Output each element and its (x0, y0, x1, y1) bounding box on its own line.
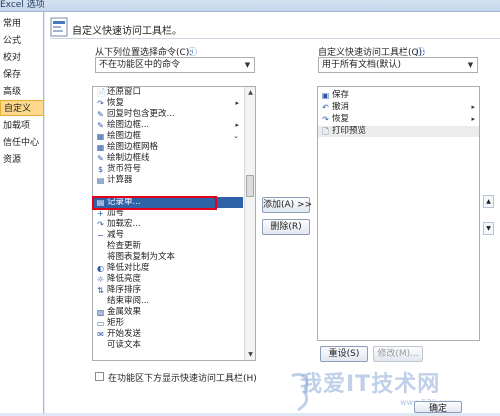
list-item[interactable]: ◐ 降低对比度 (93, 263, 243, 274)
submenu-arrow-icon: ▸ (471, 115, 475, 123)
sidebar-item-resources[interactable]: 资源 (0, 152, 44, 168)
calculator-icon: ▤ (96, 176, 105, 185)
undo-icon: ↶ (322, 103, 329, 112)
window-title: Excel 选项 (0, 0, 45, 10)
minus-icon: − (97, 231, 104, 240)
submenu-arrow-icon: ▸ (235, 121, 239, 129)
list-item[interactable]: ▦ 绘图边框网格 (93, 142, 243, 153)
list-item[interactable]: ☼ 降低亮度 (93, 274, 243, 285)
border-icon: ▦ (96, 132, 105, 141)
list-item[interactable]: 🗋 打印预览 (318, 126, 479, 137)
list-item[interactable]: $ 货币符号 (93, 164, 243, 175)
scroll-down-icon[interactable]: ▼ (245, 349, 255, 360)
save-icon: ▣ (321, 91, 330, 100)
highlight-box (92, 196, 217, 210)
list-item[interactable]: ↷ 恢复 ▸ (93, 98, 243, 109)
sidebar-item-advanced[interactable]: 高级 (0, 84, 44, 100)
list-item[interactable]: ▣ 保存 (318, 90, 479, 101)
list-item[interactable]: − 减号 (93, 230, 243, 241)
draw-border-icon: ✎ (97, 121, 104, 130)
sort-descending-icon: ⇅ (97, 286, 104, 295)
choose-commands-dropdown[interactable]: 不在功能区中的命令 ▼ (95, 57, 255, 73)
restore-window-icon: 📄 (96, 88, 106, 97)
metal-effect-icon: ▧ (96, 308, 105, 317)
list-item[interactable]: 可读文本 (93, 340, 243, 351)
blank-icon (96, 253, 105, 262)
list-item[interactable]: ✎ 绘图边框... ▸ (93, 120, 243, 131)
list-item[interactable]: ⇅ 降序排序 (93, 285, 243, 296)
currency-icon: $ (97, 165, 104, 174)
add-in-icon: ↷ (97, 220, 104, 229)
submenu-arrow-icon: ▸ (235, 99, 239, 107)
page-title: 自定义快速访问工具栏。 (72, 26, 182, 37)
add-button[interactable]: 添加(A) >> (262, 197, 312, 213)
border-grid-icon: ▦ (96, 143, 105, 152)
list-item[interactable]: ✉ 开始发送 (93, 329, 243, 340)
rectangle-icon: ▭ (96, 319, 105, 328)
sidebar-item-trust-center[interactable]: 信任中心 (0, 135, 44, 151)
toolbar-icon (50, 17, 68, 37)
sidebar-item-common[interactable]: 常用 (0, 16, 44, 32)
list-item[interactable]: ↶ 撤消 ▸ (318, 102, 479, 113)
draw-line-icon: ✎ (97, 154, 104, 163)
show-below-ribbon-label: 在功能区下方显示快速访问工具栏(H) (108, 374, 257, 384)
list-item[interactable]: ✎ 回复时包含更改... (93, 109, 243, 120)
commands-scrollbar[interactable]: ▲ ▼ (244, 87, 255, 360)
list-item[interactable]: ↷ 恢复 ▸ (318, 114, 479, 125)
choose-commands-value: 不在功能区中的命令 (99, 60, 181, 70)
sidebar-item-customize[interactable]: 自定义 (0, 100, 44, 116)
blank-icon (96, 242, 105, 251)
brightness-icon: ☼ (96, 275, 105, 284)
submenu-arrow-icon: ▸ (471, 103, 475, 111)
scroll-thumb[interactable] (246, 175, 254, 197)
list-item[interactable]: 将图表复制为文本 (93, 252, 243, 263)
watermark-text: 我爱IT技术网 (300, 372, 441, 397)
blank-icon (96, 297, 105, 306)
move-up-icon[interactable]: ▲ (483, 195, 494, 208)
title-bar: Excel 选项 (0, 0, 500, 12)
plus-icon: + (97, 209, 104, 218)
blank-icon (96, 341, 105, 350)
toolbar-scope-dropdown[interactable]: 用于所有文档(默认) ▼ (318, 57, 478, 73)
reset-button[interactable]: 重设(S) (320, 346, 368, 362)
show-below-ribbon-checkbox[interactable] (95, 372, 104, 381)
scroll-up-icon[interactable]: ▲ (245, 87, 255, 98)
redo-icon: ↷ (97, 99, 104, 108)
list-item[interactable]: 📄 还原窗口 (93, 87, 243, 98)
send-mail-icon: ✉ (97, 330, 104, 339)
list-item[interactable]: ✎ 绘制边框线 (93, 153, 243, 164)
sidebar-item-proofing[interactable]: 校对 (0, 50, 44, 66)
options-sidebar: 常用 公式 校对 保存 高级 自定义 加载项 信任中心 资源 (0, 12, 44, 413)
sidebar-item-save[interactable]: 保存 (0, 67, 44, 83)
list-item[interactable]: ▦ 绘图边框 ⌄ (93, 131, 243, 142)
toolbar-scope-value: 用于所有文档(默认) (322, 60, 402, 70)
chevron-down-icon[interactable]: ▼ (241, 58, 254, 72)
dropdown-arrow-icon: ⌄ (233, 132, 239, 140)
print-preview-icon: 🗋 (322, 127, 329, 136)
redo-icon: ↷ (322, 115, 329, 124)
list-item[interactable]: ▤ 计算器 (93, 175, 243, 186)
list-item[interactable]: 结束审阅... (93, 296, 243, 307)
ok-button[interactable]: 确定 (414, 401, 462, 414)
list-item[interactable]: ▭ 矩形 (93, 318, 243, 329)
list-item[interactable]: 检查更新 (93, 241, 243, 252)
remove-button[interactable]: 删除(R) (262, 219, 310, 235)
sidebar-item-addins[interactable]: 加载项 (0, 118, 44, 134)
available-commands-list[interactable]: 📄 还原窗口 ↷ 恢复 ▸ ✎ 回复时包含更改... ✎ 绘图边框... ▸ ▦ 绘图边框 ⌄ … (92, 86, 256, 361)
header-divider (50, 38, 500, 39)
list-item[interactable]: ▧ 金属效果 (93, 307, 243, 318)
modify-button[interactable]: 修改(M)... (373, 346, 423, 362)
list-item[interactable]: ↷ 加载宏... (93, 219, 243, 230)
move-down-icon[interactable]: ▼ (483, 222, 494, 235)
reply-changes-icon: ✎ (97, 110, 104, 119)
chevron-down-icon[interactable]: ▼ (464, 58, 477, 72)
quick-access-list[interactable]: ▣ 保存 ↶ 撤消 ▸ ↷ 恢复 ▸ 🗋 打印预览 (317, 86, 480, 341)
sidebar-item-formulas[interactable]: 公式 (0, 33, 44, 49)
contrast-icon: ◐ (97, 264, 104, 273)
